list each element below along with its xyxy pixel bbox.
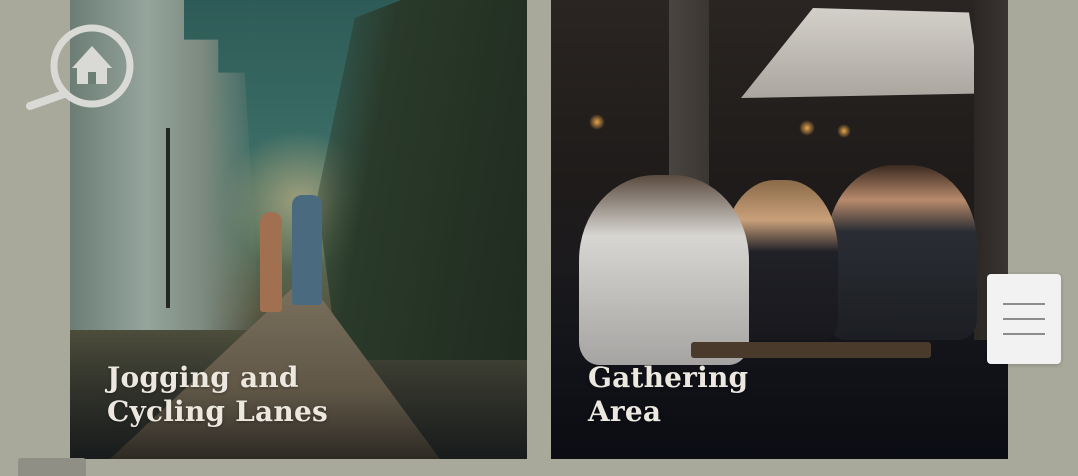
person — [827, 165, 977, 340]
page: Jogging and Cycling Lanes Gathering Area — [0, 0, 1078, 476]
palm-trees — [317, 0, 527, 360]
person — [579, 175, 749, 365]
cafe-table — [691, 342, 931, 358]
hamburger-menu-icon — [1003, 333, 1045, 335]
bottom-left-tab[interactable] — [18, 458, 86, 476]
cyclist — [260, 212, 282, 312]
card-title: Gathering Area — [588, 361, 748, 429]
light-glow — [589, 114, 605, 130]
cyclist — [292, 195, 322, 305]
card-title: Jogging and Cycling Lanes — [107, 361, 328, 429]
light-glow — [837, 124, 851, 138]
card-jogging-cycling-lanes[interactable]: Jogging and Cycling Lanes — [70, 0, 527, 459]
light-glow — [799, 120, 815, 136]
home-search-icon[interactable] — [24, 22, 136, 112]
card-title-line: Gathering — [588, 361, 749, 394]
card-gathering-area[interactable]: Gathering Area — [551, 0, 1008, 459]
umbrella — [741, 8, 981, 98]
street-lamp — [166, 128, 170, 308]
menu-button[interactable] — [987, 274, 1061, 364]
hamburger-menu-icon — [1003, 303, 1045, 305]
card-title-line: Cycling Lanes — [107, 395, 328, 428]
card-title-line: Area — [588, 395, 662, 428]
hamburger-menu-icon — [1003, 318, 1045, 320]
card-title-line: Jogging and — [107, 361, 299, 394]
home-search-icon-graphic — [26, 24, 134, 110]
